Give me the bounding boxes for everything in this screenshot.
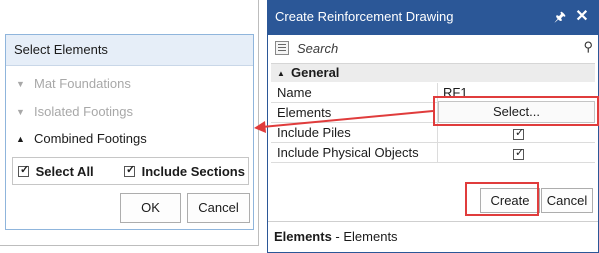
arrow-head xyxy=(254,121,266,133)
arrow-line xyxy=(261,110,434,128)
callout-arrow xyxy=(254,110,434,133)
